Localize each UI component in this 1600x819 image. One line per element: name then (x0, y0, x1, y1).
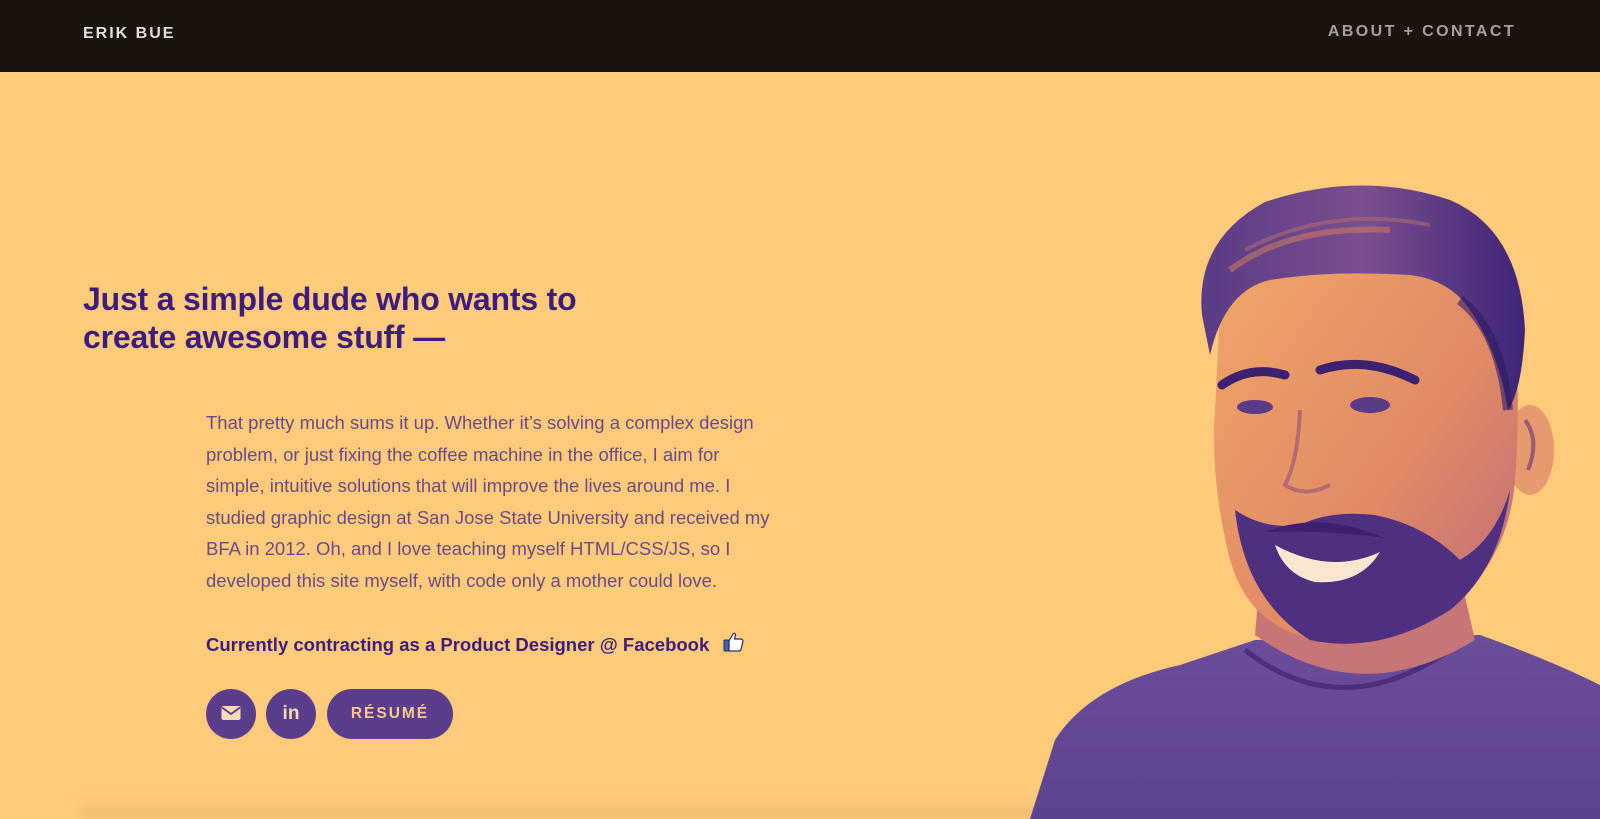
linkedin-icon: in (282, 703, 300, 724)
envelope-icon (221, 705, 241, 724)
hero-section: Just a simple dude who wants to create a… (0, 72, 1600, 819)
thumbs-up-icon (722, 630, 746, 659)
resume-button[interactable]: RÉSUMÉ (327, 689, 453, 739)
hero-headline: Just a simple dude who wants to create a… (83, 281, 577, 355)
linkedin-button[interactable]: in (266, 689, 316, 739)
portrait-photo (1030, 185, 1600, 819)
current-role: Currently contracting as a Product Desig… (206, 630, 746, 659)
page-fold-shadow (80, 799, 1080, 819)
brand-link[interactable]: ERIK BUE (83, 25, 175, 43)
top-navigation-bar: ERIK BUE ABOUT + CONTACT (0, 0, 1600, 72)
email-button[interactable] (206, 689, 256, 739)
current-role-text: Currently contracting as a Product Desig… (206, 634, 710, 655)
about-contact-link[interactable]: ABOUT + CONTACT (1328, 23, 1516, 41)
bio-paragraph: That pretty much sums it up. Whether it’… (206, 412, 770, 591)
